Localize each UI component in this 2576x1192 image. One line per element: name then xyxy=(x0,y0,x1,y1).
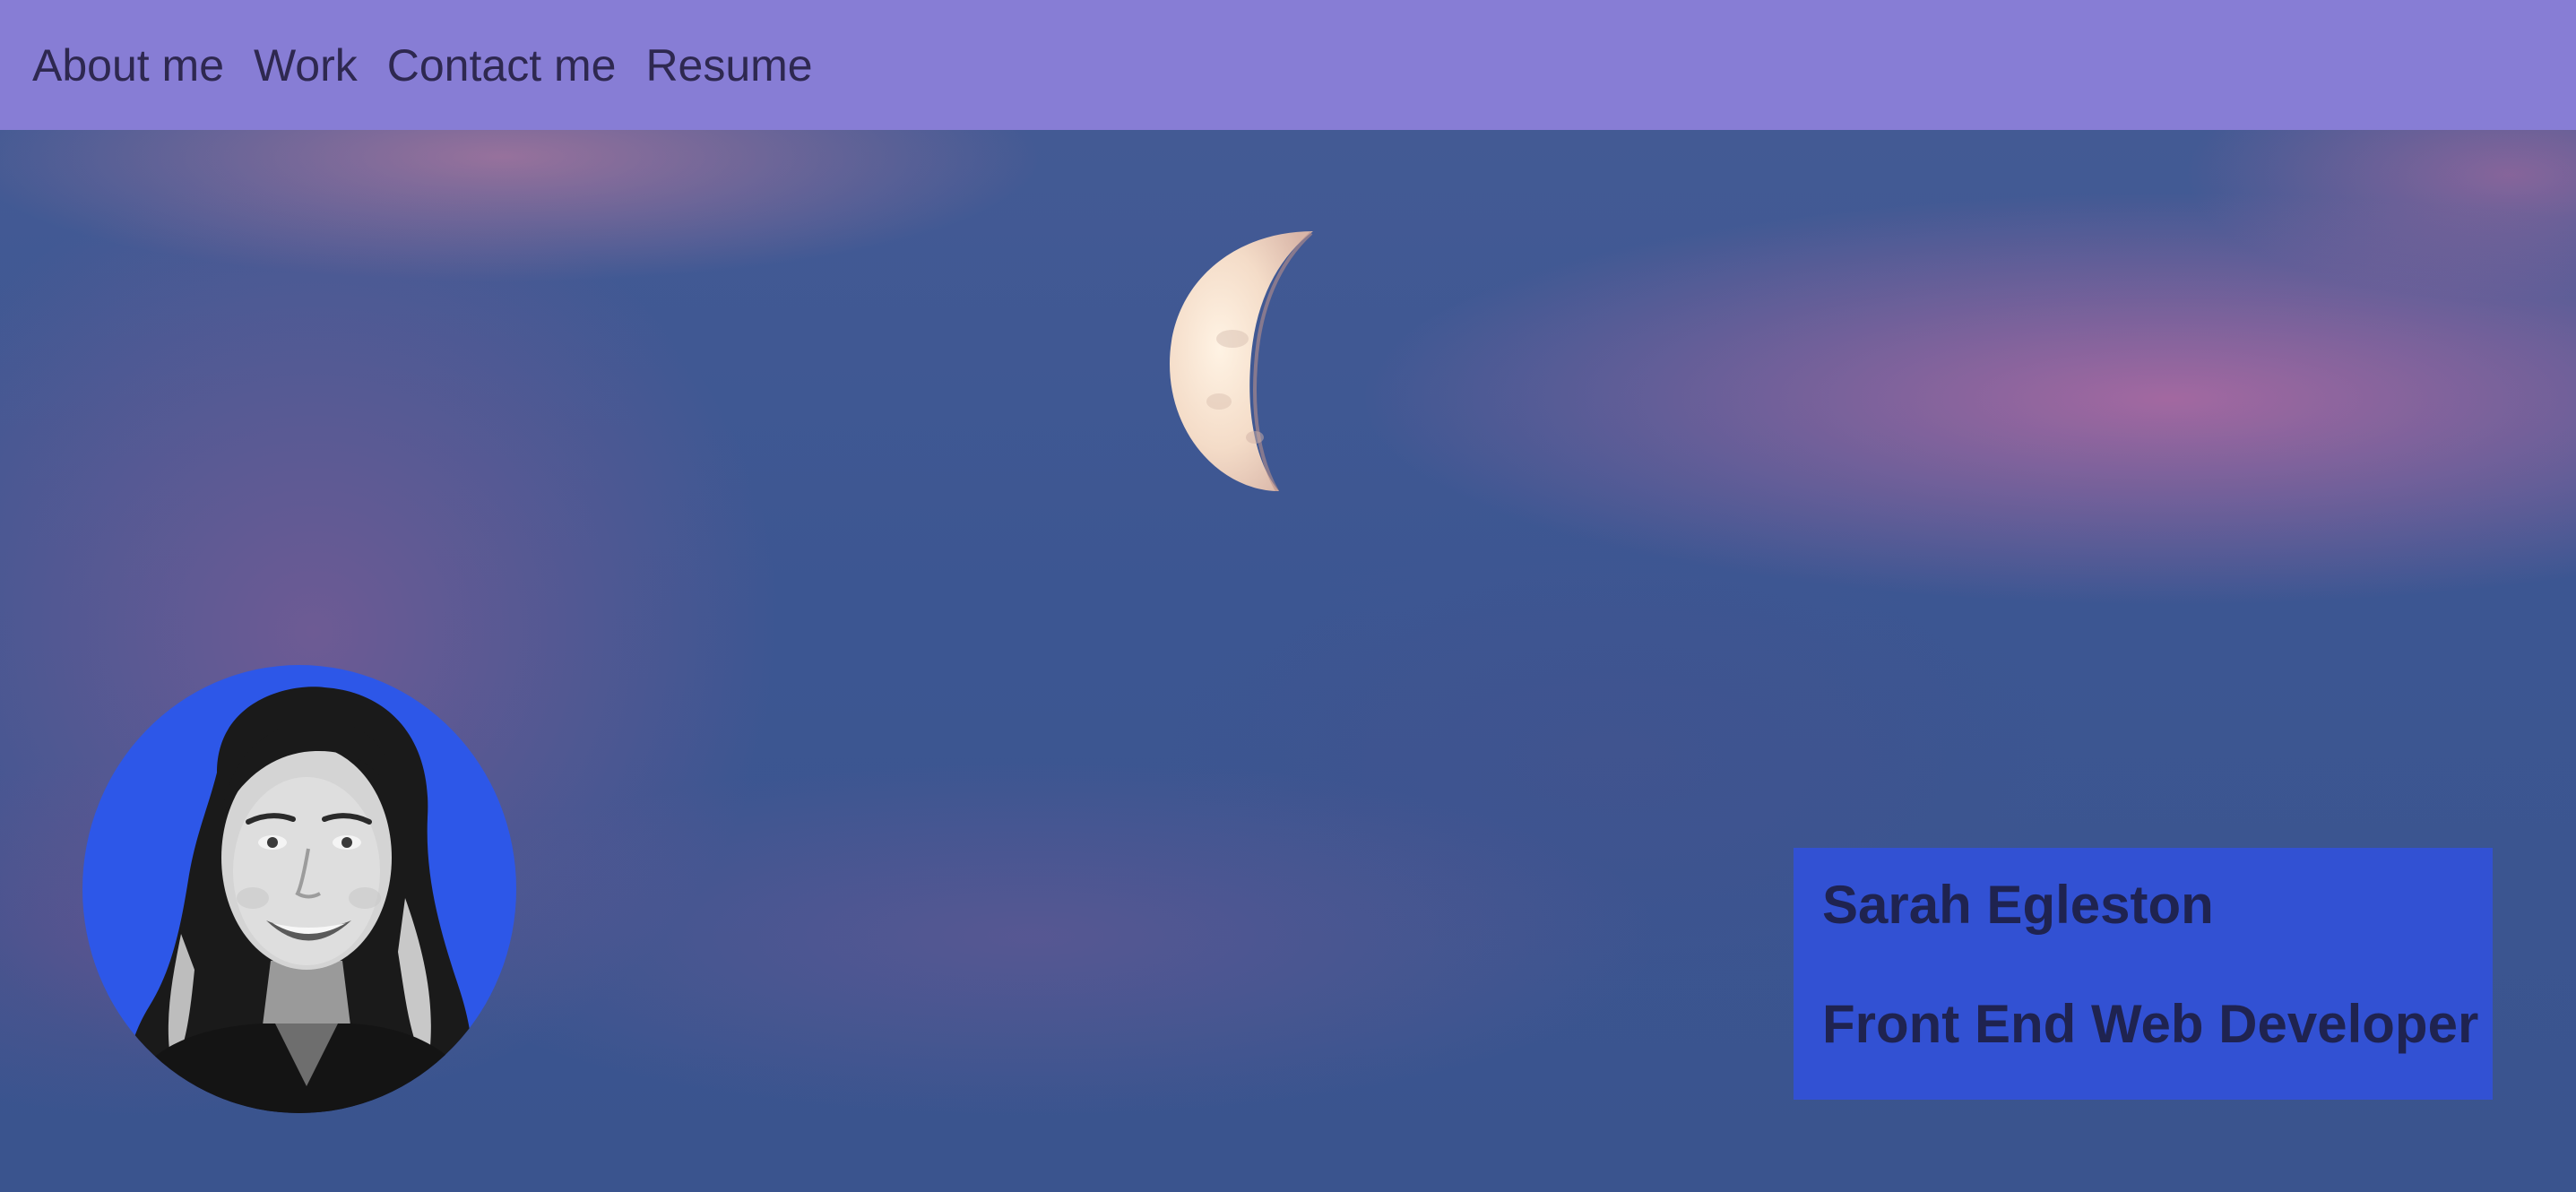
intro-card: Sarah Egleston Front End Web Developer xyxy=(1794,848,2493,1100)
nav-link-about-me[interactable]: About me xyxy=(32,39,224,91)
top-navigation: About me Work Contact me Resume xyxy=(0,0,2576,130)
nav-link-resume[interactable]: Resume xyxy=(645,39,812,91)
profile-photo xyxy=(118,687,486,1113)
hero-banner: Sarah Egleston Front End Web Developer xyxy=(0,130,2576,1192)
moon-icon xyxy=(1170,231,1313,491)
nav-link-contact-me[interactable]: Contact me xyxy=(387,39,617,91)
page: About me Work Contact me Resume Sarah Eg… xyxy=(0,0,2576,1192)
hero-job-title: Front End Web Developer xyxy=(1822,994,2479,1054)
hero-name: Sarah Egleston xyxy=(1822,875,2214,935)
nav-link-work[interactable]: Work xyxy=(254,39,358,91)
profile-avatar xyxy=(82,665,516,1113)
